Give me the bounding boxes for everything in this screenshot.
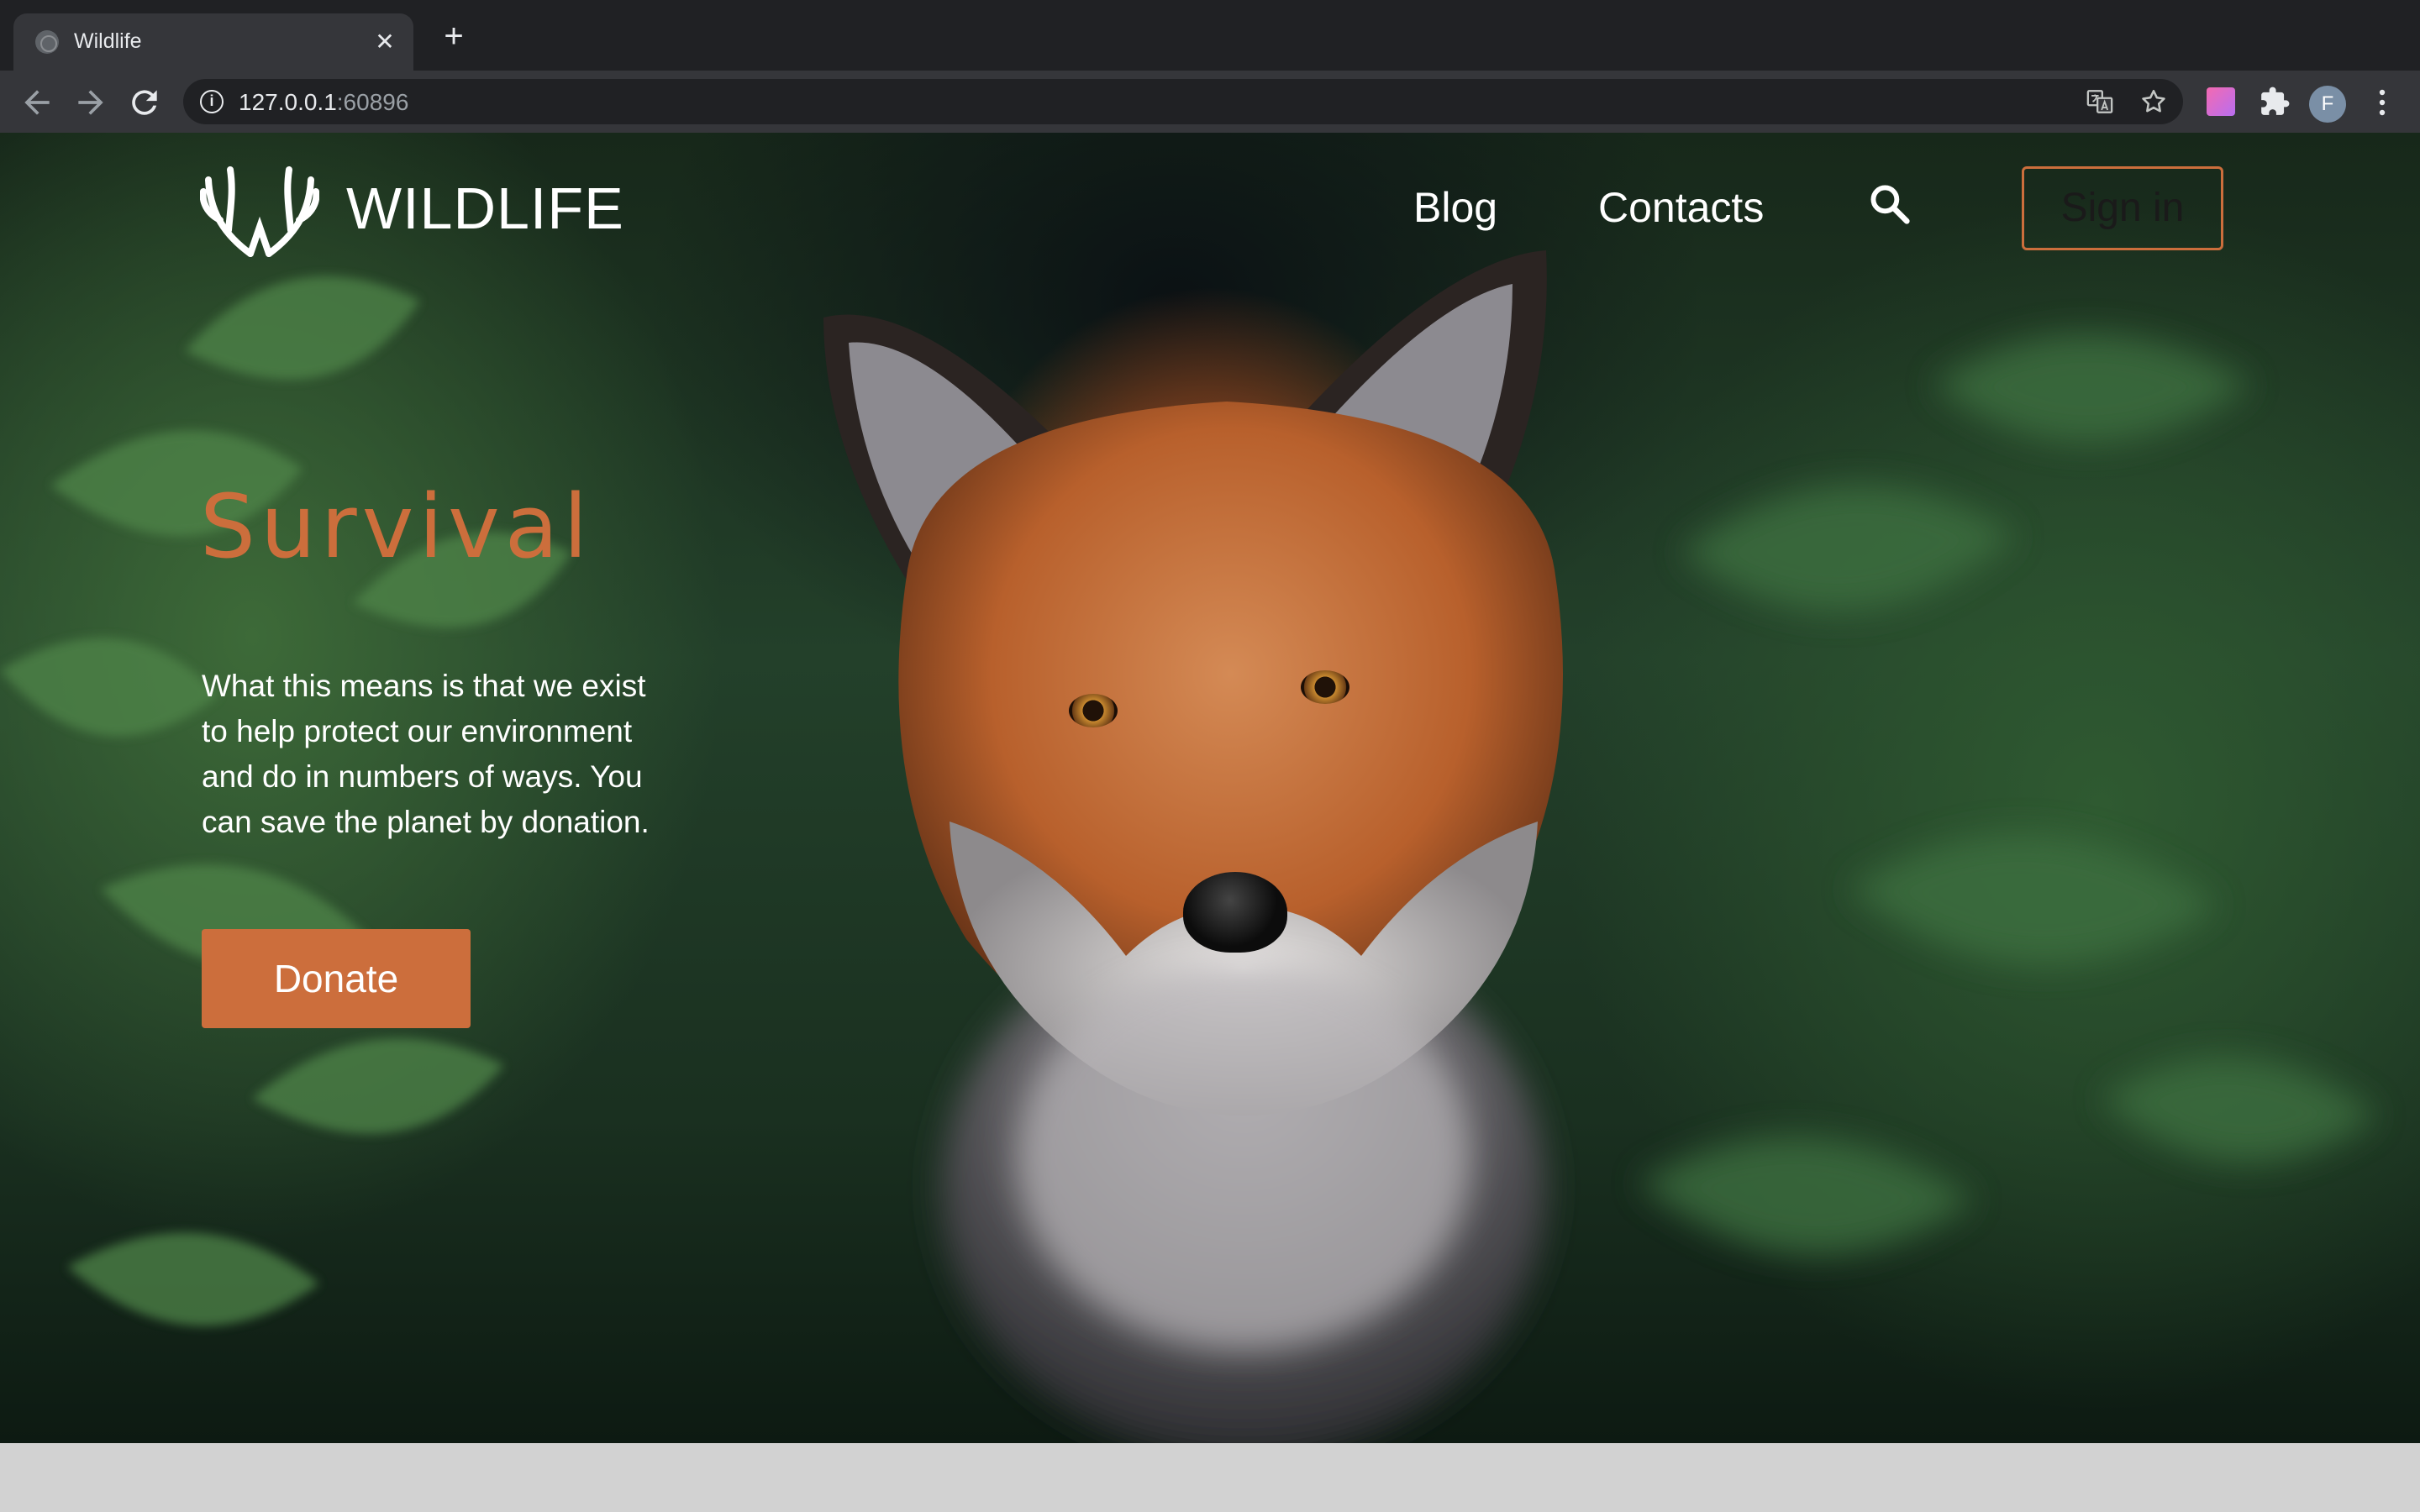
site-name[interactable]: WILDLIFE [346, 175, 624, 242]
extensions-puzzle-icon[interactable] [2259, 86, 2291, 118]
browser-menu-icon[interactable] [2370, 86, 2395, 119]
extension-icon[interactable] [2207, 87, 2235, 116]
globe-icon [35, 30, 59, 54]
sign-in-button[interactable]: Sign in [2022, 166, 2223, 250]
back-icon[interactable] [18, 84, 55, 121]
browser-tab[interactable]: Wildlife ✕ [13, 13, 413, 71]
tab-title: Wildlife [74, 29, 142, 53]
nav-link-blog[interactable]: Blog [1413, 183, 1497, 232]
address-bar[interactable]: i 127.0.0.1:60896 [183, 79, 2183, 124]
translate-icon[interactable] [2086, 87, 2114, 116]
new-tab-button[interactable]: + [437, 19, 471, 55]
browser-tab-bar: Wildlife ✕ + [0, 0, 2420, 71]
close-tab-icon[interactable]: ✕ [368, 25, 402, 59]
antlers-logo-icon[interactable] [199, 155, 320, 257]
reload-icon[interactable] [126, 84, 163, 121]
forward-icon[interactable] [72, 84, 109, 121]
search-icon[interactable] [1867, 181, 1912, 227]
fox-nose [1183, 872, 1287, 953]
fox-left-eye [1069, 694, 1118, 727]
site-info-icon[interactable]: i [200, 90, 224, 113]
profile-avatar[interactable]: F [2309, 86, 2346, 123]
hero-section: WILDLIFE Blog Contacts Sign in Survival … [0, 133, 2420, 1443]
hero-title: Survival [200, 475, 593, 578]
url-text[interactable]: 127.0.0.1:60896 [239, 89, 408, 116]
hero-description: What this means is that we exist to help… [202, 669, 650, 839]
fox-right-eye [1301, 670, 1349, 704]
browser-toolbar: i 127.0.0.1:60896 F [0, 71, 2420, 133]
nav-link-contacts[interactable]: Contacts [1598, 183, 1764, 232]
donate-button[interactable]: Donate [202, 929, 471, 1028]
bookmark-star-icon[interactable] [2139, 87, 2168, 116]
url-port: :60896 [336, 89, 409, 115]
url-host: 127.0.0.1 [239, 89, 337, 115]
page-footer-band [0, 1443, 2420, 1512]
